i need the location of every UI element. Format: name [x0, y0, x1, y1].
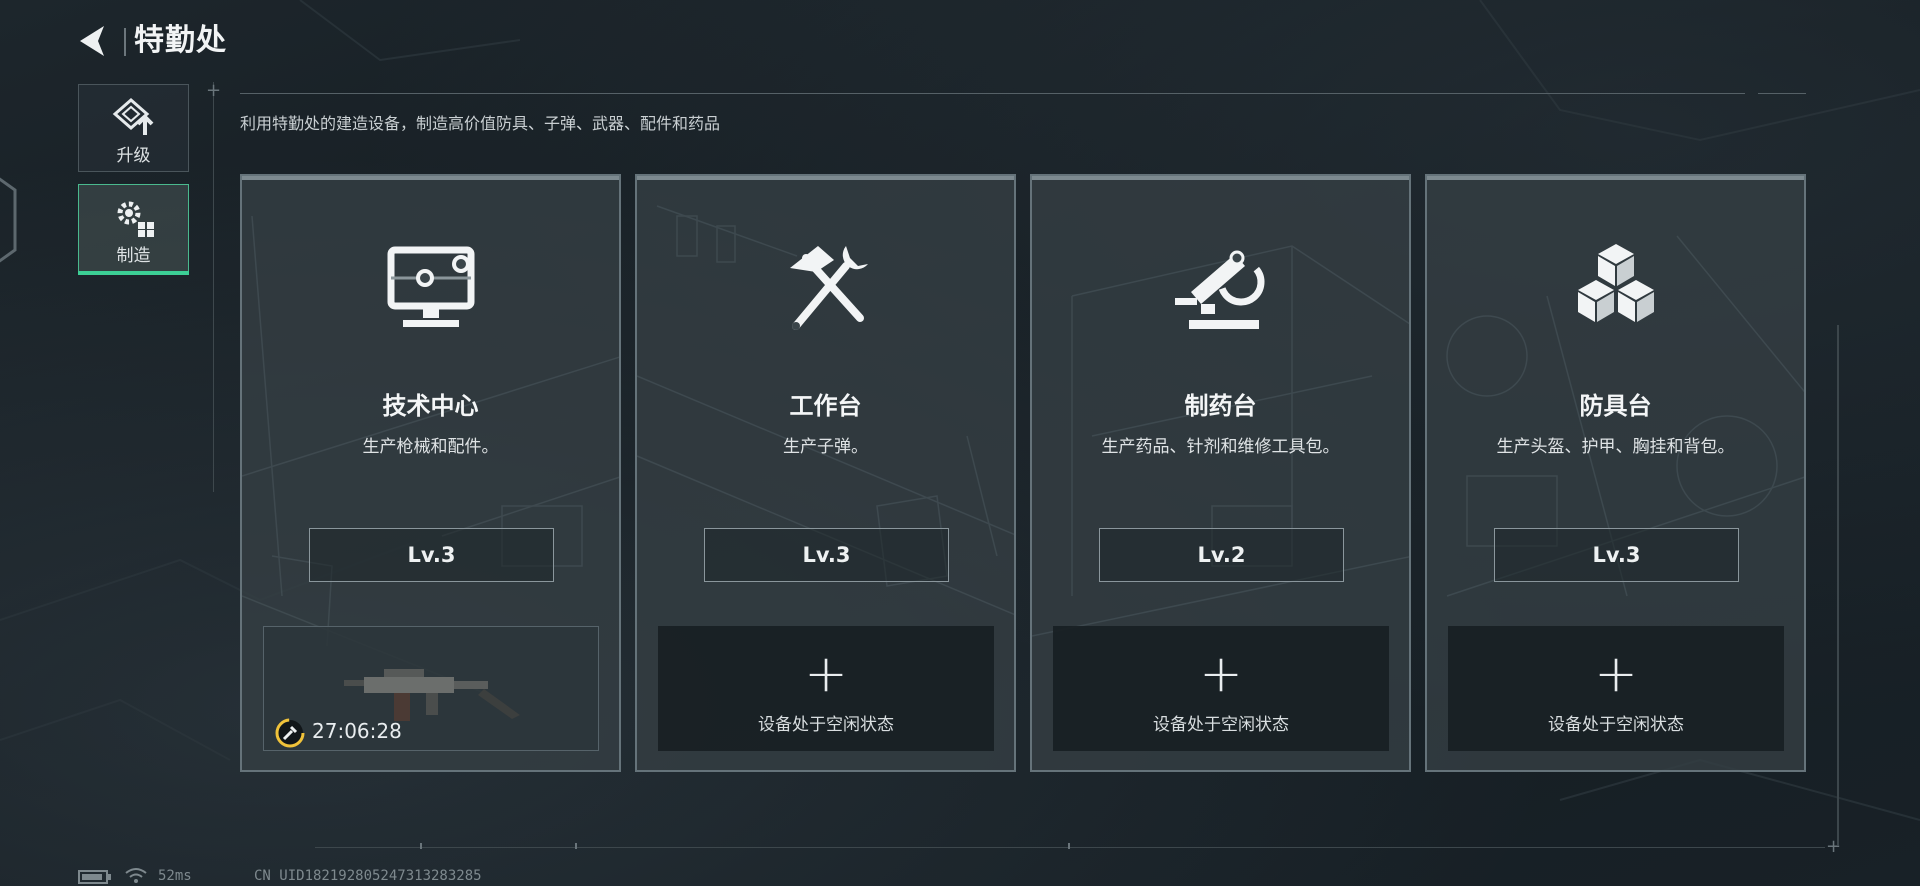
frame-line-top-right	[1758, 93, 1806, 94]
level-badge[interactable]: Lv.3	[1494, 528, 1739, 582]
frame-line-vertical	[213, 82, 214, 492]
corner-cross-decoration: +	[206, 80, 222, 101]
tab-upgrade-label: 升级	[116, 146, 151, 166]
bottom-tick	[1068, 843, 1070, 849]
user-uid: CN UID18219280524731328328​5	[254, 868, 482, 884]
back-button[interactable]	[72, 20, 122, 62]
ping-readout: 52ms	[158, 868, 192, 884]
frame-line-top	[240, 93, 1745, 94]
hexagon-decoration	[0, 177, 17, 263]
production-slot-empty[interactable]: + 设备处于空闲状态	[658, 626, 994, 751]
production-slot-empty[interactable]: + 设备处于空闲状态	[1053, 626, 1389, 751]
monitor-icon	[387, 246, 474, 327]
facility-name: 工作台	[789, 392, 862, 420]
bottom-tick	[420, 843, 422, 849]
level-badge[interactable]: Lv.2	[1099, 528, 1344, 582]
corner-cross-decoration: +	[1826, 836, 1842, 857]
production-slot-empty[interactable]: + 设备处于空闲状态	[1448, 626, 1784, 751]
tab-upgrade[interactable]: 升级	[78, 84, 189, 172]
facility-description: 生产药品、针剂和维修工具包。	[1101, 437, 1340, 457]
level-badge[interactable]: Lv.3	[309, 528, 554, 582]
add-icon: +	[804, 644, 848, 704]
facility-card-workbench[interactable]: 工作台 生产子弹。 Lv.3 + 设备处于空闲状态	[635, 174, 1016, 772]
hammer-wrench-icon	[789, 246, 868, 330]
facility-card-tech-center[interactable]: 技术中心 生产枪械和配件。 Lv.3 27:06:28	[240, 174, 621, 772]
facility-name: 防具台	[1579, 392, 1652, 420]
idle-status-text: 设备处于空闲状态	[1153, 715, 1289, 735]
facility-description: 生产枪械和配件。	[362, 437, 499, 457]
facility-name: 制药台	[1184, 392, 1257, 420]
level-badge[interactable]: Lv.3	[704, 528, 949, 582]
microscope-icon	[1174, 250, 1264, 329]
active-tab-indicator	[78, 271, 189, 275]
production-timer: 27:06:28	[312, 719, 402, 743]
clock-wrench-icon	[275, 718, 305, 748]
frame-line-bottom	[315, 847, 1825, 848]
gear-build-icon	[117, 201, 154, 237]
idle-status-text: 设备处于空闲状态	[758, 715, 894, 735]
add-icon: +	[1594, 644, 1638, 704]
bottom-tick	[575, 843, 577, 849]
tab-manufacture[interactable]: 制造	[78, 184, 189, 275]
header-divider	[124, 28, 126, 56]
back-arrow-icon	[80, 26, 104, 56]
page-subtitle: 利用特勤处的建造设备，制造高价值防具、子弹、武器、配件和药品	[240, 114, 721, 133]
production-slot-busy[interactable]: 27:06:28	[263, 626, 599, 751]
facility-description: 生产子弹。	[783, 437, 868, 457]
facility-description: 生产头盔、护甲、胸挂和背包。	[1496, 437, 1735, 457]
idle-status-text: 设备处于空闲状态	[1548, 715, 1684, 735]
frame-line-right	[1837, 325, 1839, 845]
upgrade-icon	[112, 98, 153, 135]
tab-manufacture-label: 制造	[116, 246, 151, 266]
facility-card-pharmacy[interactable]: 制药台 生产药品、针剂和维修工具包。 Lv.2 + 设备处于空闲状态	[1030, 174, 1411, 772]
wifi-icon	[125, 868, 147, 883]
cubes-icon	[1577, 244, 1654, 322]
add-icon: +	[1199, 644, 1243, 704]
facility-card-armor-bench[interactable]: 防具台 生产头盔、护甲、胸挂和背包。 Lv.3 + 设备处于空闲状态	[1425, 174, 1806, 772]
battery-icon	[78, 870, 111, 884]
facility-name: 技术中心	[382, 392, 479, 420]
page-title: 特勤处	[134, 23, 227, 58]
